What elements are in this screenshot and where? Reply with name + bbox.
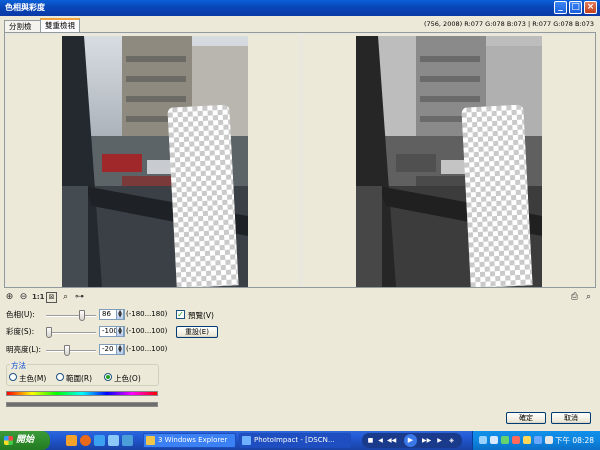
tab-split-view[interactable]: 分割檢視 xyxy=(4,20,41,42)
task-label: 3 Windows Explorer xyxy=(158,436,228,444)
minimize-button[interactable]: _ xyxy=(554,1,567,14)
preview-checkbox[interactable]: ✓ xyxy=(176,310,185,319)
reset-button[interactable]: 重設(E) xyxy=(176,326,218,338)
start-button[interactable]: 開始 xyxy=(0,431,50,450)
radio-colorize-label[interactable]: 上色(O) xyxy=(114,373,141,384)
lightness-spin-buttons[interactable]: ▲ ▼ xyxy=(116,344,124,355)
actual-size-icon[interactable]: 1:1 xyxy=(32,292,45,303)
original-photo xyxy=(62,36,248,287)
radio-colorize[interactable] xyxy=(104,373,112,381)
transparent-area xyxy=(167,104,239,287)
radio-range-label[interactable]: 範圍(R) xyxy=(66,373,92,384)
tab-dual-view[interactable]: 雙重檢視 xyxy=(40,18,80,32)
lightness-range: (-100...100) xyxy=(126,345,168,353)
pan-tool-icon[interactable]: ⊶ xyxy=(74,292,85,303)
task-windows-explorer[interactable]: 3 Windows Explorer xyxy=(143,433,236,448)
radio-master-color[interactable] xyxy=(9,373,17,381)
hue-label: 色相(U): xyxy=(6,310,35,319)
hue-slider-track[interactable] xyxy=(46,315,96,317)
tray-app-icon[interactable] xyxy=(523,436,531,444)
media-volume-icon[interactable]: ◈ xyxy=(448,437,455,444)
saturation-spin-buttons[interactable]: ▲ ▼ xyxy=(116,326,124,337)
close-button[interactable]: × xyxy=(584,1,597,14)
quicklaunch-media-icon[interactable] xyxy=(122,435,133,446)
preview-checkbox-label[interactable]: 預覽(V) xyxy=(188,310,214,321)
media-prev-icon[interactable]: ◀ xyxy=(377,437,384,444)
fit-window-icon[interactable]: ⊠ xyxy=(46,292,57,303)
task-label: PhotoImpact - [DSCN... xyxy=(254,436,335,444)
system-tray: 下午 08:28 xyxy=(472,431,600,450)
cancel-button[interactable]: 取消 xyxy=(551,412,591,424)
photoimpact-icon xyxy=(242,436,251,445)
quicklaunch-firefox-icon[interactable] xyxy=(80,435,91,446)
lightness-slider-track[interactable] xyxy=(46,350,96,352)
saturation-range: (-100...100) xyxy=(126,327,168,335)
folder-icon xyxy=(146,436,155,445)
title-bar: 色相與彩度 _ □ × xyxy=(0,0,600,16)
magnifier-icon[interactable]: ⌕ xyxy=(583,292,594,303)
zoom-tool-icon[interactable]: ⌕ xyxy=(60,292,71,303)
lightness-slider-thumb[interactable] xyxy=(63,345,70,356)
pixel-info-readout: (756, 2008) R:077 G:078 B:073 | R:077 G:… xyxy=(423,20,594,28)
media-stop-icon[interactable]: ■ xyxy=(367,437,374,444)
zoom-out-icon[interactable]: ⊖ xyxy=(18,292,29,303)
quicklaunch-desktop-icon[interactable] xyxy=(94,435,105,446)
ok-button[interactable]: 確定 xyxy=(506,412,546,424)
saturation-slider-track[interactable] xyxy=(46,332,96,334)
media-rewind-icon[interactable]: ◀◀ xyxy=(387,437,396,444)
lightness-label: 明亮度(L): xyxy=(6,345,42,354)
tray-app-icon[interactable] xyxy=(512,436,520,444)
tray-volume-icon[interactable] xyxy=(545,436,553,444)
saturation-label: 彩度(S): xyxy=(6,327,35,336)
tray-app-icon[interactable] xyxy=(490,436,498,444)
tray-app-icon[interactable] xyxy=(534,436,542,444)
media-player-bar: ■ ◀ ◀◀ ▶ ▶▶ ▶ ◈ xyxy=(362,433,462,448)
tray-app-icon[interactable] xyxy=(501,436,509,444)
taskbar: 開始 3 Windows Explorer PhotoImpact - [DSC… xyxy=(0,431,600,450)
start-label: 開始 xyxy=(16,435,35,445)
after-preview-pane[interactable] xyxy=(303,35,595,287)
preview-area xyxy=(4,32,596,288)
radio-master-color-label[interactable]: 主色(M) xyxy=(19,373,46,384)
printer-icon[interactable]: ⎙ xyxy=(569,292,580,303)
result-spectrum-bar xyxy=(6,402,158,407)
media-next-icon[interactable]: ▶ xyxy=(436,437,443,444)
tray-network-icon[interactable] xyxy=(479,436,487,444)
window-title: 色相與彩度 xyxy=(5,3,45,12)
saturation-slider-thumb[interactable] xyxy=(46,327,52,338)
transparent-area xyxy=(461,104,533,287)
method-group-title: 方法 xyxy=(10,360,27,371)
adjusted-photo xyxy=(356,36,542,287)
hue-spectrum-bar xyxy=(6,391,158,396)
quicklaunch-explorer-icon[interactable] xyxy=(66,435,77,446)
radio-range[interactable] xyxy=(56,373,64,381)
hue-slider-thumb[interactable] xyxy=(78,310,85,321)
hue-range: (-180...180) xyxy=(126,310,168,318)
media-play-icon[interactable]: ▶ xyxy=(404,434,417,447)
before-preview-pane[interactable] xyxy=(7,35,299,287)
hue-spin-buttons[interactable]: ▲ ▼ xyxy=(116,309,124,320)
task-photoimpact[interactable]: PhotoImpact - [DSCN... xyxy=(239,433,351,448)
media-forward-icon[interactable]: ▶▶ xyxy=(422,437,431,444)
maximize-button[interactable]: □ xyxy=(569,1,582,14)
windows-logo-icon xyxy=(4,436,13,445)
clock: 下午 08:28 xyxy=(555,436,594,445)
zoom-in-icon[interactable]: ⊕ xyxy=(4,292,15,303)
quicklaunch-ie-icon[interactable] xyxy=(108,435,119,446)
